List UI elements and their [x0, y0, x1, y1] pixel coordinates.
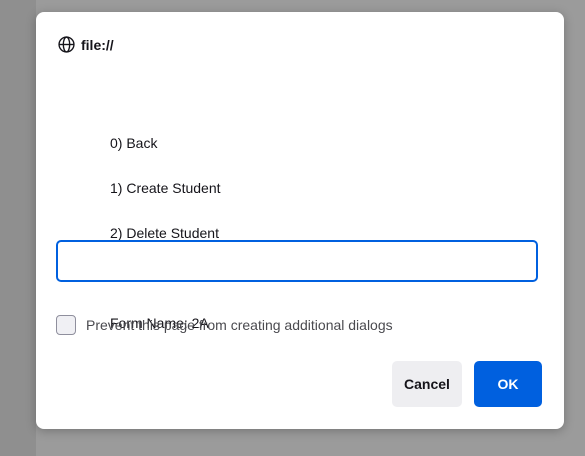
ok-button[interactable]: OK — [474, 361, 542, 407]
dialog-origin: file:// — [58, 36, 114, 53]
message-line: 0) Back — [110, 135, 158, 151]
prompt-input[interactable] — [56, 240, 538, 282]
cancel-button[interactable]: Cancel — [392, 361, 462, 407]
message-line: 2) Delete Student — [110, 225, 219, 241]
prevent-dialogs-label: Prevent this page from creating addition… — [86, 317, 393, 333]
prevent-dialogs-checkbox[interactable] — [56, 315, 76, 335]
origin-label: file:// — [81, 36, 114, 53]
globe-icon — [58, 36, 75, 53]
message-line: 1) Create Student — [110, 180, 221, 196]
prevent-dialogs-option[interactable]: Prevent this page from creating addition… — [56, 315, 393, 335]
prompt-dialog: file:// 0) Back 1) Create Student 2) Del… — [36, 12, 564, 429]
backdrop — [0, 0, 36, 456]
